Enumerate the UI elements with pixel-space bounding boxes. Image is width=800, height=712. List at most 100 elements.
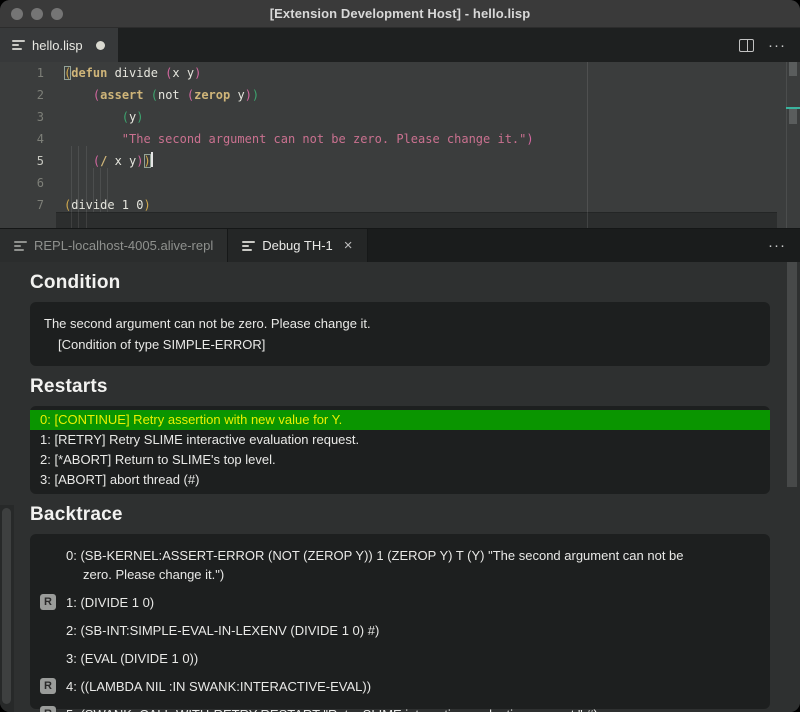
code-token: zerop — [194, 88, 230, 102]
code-line[interactable]: (/ x y)) — [64, 150, 780, 172]
tab-repl-localhost-4005[interactable]: REPL-localhost-4005.alive-repl — [0, 229, 228, 262]
vscode-window: [Extension Development Host] - hello.lis… — [0, 0, 800, 712]
debug-file-icon — [242, 241, 255, 251]
frame-text: 2: (SB-INT:SIMPLE-EVAL-IN-LEXENV (DIVIDE… — [66, 621, 379, 640]
modified-dot-icon[interactable] — [96, 41, 105, 50]
backtrace-frame[interactable]: 3: (EVAL (DIVIDE 1 0)) — [40, 649, 756, 668]
code-token: not — [158, 88, 187, 102]
code-token: y — [230, 88, 244, 102]
restartable-badge-slot — [40, 621, 58, 622]
code-token: assert — [100, 88, 143, 102]
code-token: ( — [151, 88, 158, 102]
frame-text: 1: (DIVIDE 1 0) — [66, 593, 154, 612]
code-token — [64, 88, 93, 102]
scrollbar-slider[interactable] — [789, 62, 797, 76]
split-editor-icon[interactable] — [739, 39, 754, 52]
restart-item[interactable]: 0: [CONTINUE] Retry assertion with new v… — [30, 410, 770, 430]
indent-guide — [71, 146, 72, 234]
editor-tab-bar: hello.lisp ··· — [0, 28, 800, 62]
line-number: 6 — [0, 172, 44, 194]
backtrace-frame[interactable]: R 5: (SWANK::CALL-WITH-RETRY-RESTART "Ret… — [40, 705, 756, 712]
indent-guide — [86, 146, 87, 234]
code-line[interactable] — [64, 172, 780, 194]
condition-box: The second argument can not be zero. Ple… — [30, 302, 770, 366]
code-token — [64, 110, 122, 124]
tab-label: Debug TH-1 — [262, 238, 333, 253]
backtrace-box: 0: (SB-KERNEL:ASSERT-ERROR (NOT (ZEROP Y… — [30, 534, 770, 709]
code-token — [64, 132, 122, 146]
restartable-badge-slot — [40, 649, 58, 650]
restart-frame-button[interactable]: R — [40, 678, 56, 694]
window-title: [Extension Development Host] - hello.lis… — [270, 6, 531, 21]
restart-frame-button[interactable]: R — [40, 706, 56, 712]
code-token: ( — [122, 110, 129, 124]
line-number: 3 — [0, 106, 44, 128]
column-ruler — [587, 62, 588, 228]
editor-actions: ··· — [739, 28, 800, 62]
condition-heading: Condition — [30, 272, 770, 294]
code-token — [144, 88, 151, 102]
backtrace-frame[interactable]: R 1: (DIVIDE 1 0) — [40, 593, 756, 612]
frame-text: 0: (SB-KERNEL:ASSERT-ERROR (NOT (ZEROP Y… — [66, 546, 711, 584]
indent-guide — [93, 168, 94, 212]
code-token: ) — [194, 66, 201, 80]
restartable-badge-slot — [40, 546, 58, 547]
code-token: ) — [245, 88, 252, 102]
line-number: 4 — [0, 128, 44, 150]
line-number-gutter: 1234567 — [0, 62, 44, 216]
close-tab-icon[interactable]: × — [344, 238, 353, 253]
maximize-window-button[interactable] — [51, 8, 63, 20]
code-token: ) — [136, 154, 143, 168]
code-token: ) — [143, 198, 150, 212]
overview-ruler-border — [786, 62, 787, 228]
code-line[interactable]: (defun divide (x y) — [64, 62, 780, 84]
restart-item[interactable]: 1: [RETRY] Retry SLIME interactive evalu… — [30, 430, 770, 450]
backtrace-frame[interactable]: 2: (SB-INT:SIMPLE-EVAL-IN-LEXENV (DIVIDE… — [40, 621, 756, 640]
indent-guide — [107, 168, 108, 212]
code-line[interactable]: (divide 1 0) — [64, 194, 780, 216]
restart-item[interactable]: 2: [*ABORT] Return to SLIME's top level. — [30, 450, 770, 470]
code-token: ) — [252, 88, 259, 102]
restart-item[interactable]: 3: [ABORT] abort thread (#) — [30, 470, 770, 490]
close-window-button[interactable] — [11, 8, 23, 20]
code-line[interactable]: (assert (not (zerop y)) — [64, 84, 780, 106]
code-token: ) — [526, 132, 533, 146]
more-actions-icon[interactable]: ··· — [768, 38, 786, 53]
frame-text: 5: (SWANK::CALL-WITH-RETRY-RESTART "Retr… — [66, 705, 598, 712]
code-line[interactable]: "The second argument can not be zero. Pl… — [64, 128, 780, 150]
code-editor[interactable]: 1234567 (defun divide (x y) (assert (not… — [0, 62, 800, 228]
tab-label: hello.lisp — [32, 38, 83, 53]
overview-ruler-decoration — [789, 109, 797, 124]
panel-more-actions-icon[interactable]: ··· — [768, 238, 786, 253]
tab-debug-th-1[interactable]: Debug TH-1 × — [228, 229, 367, 262]
restartable-badge-slot: R — [40, 593, 58, 610]
frame-text: 3: (EVAL (DIVIDE 1 0)) — [66, 649, 198, 668]
text-cursor — [151, 152, 153, 167]
minimize-window-button[interactable] — [31, 8, 43, 20]
backtrace-scrollbar-thumb[interactable] — [2, 508, 11, 704]
backtrace-frame[interactable]: R4: ((LAMBDA NIL :IN SWANK:INTERACTIVE-E… — [40, 677, 756, 696]
restart-frame-button[interactable]: R — [40, 594, 56, 610]
code-line[interactable]: (y) — [64, 106, 780, 128]
restartable-badge-slot: R — [40, 677, 58, 694]
line-number: 1 — [0, 62, 44, 84]
lisp-file-icon — [12, 40, 25, 50]
code-token: defun — [71, 66, 107, 80]
code-area[interactable]: (defun divide (x y) (assert (not (zerop … — [64, 62, 780, 216]
repl-file-icon — [14, 241, 27, 251]
restarts-box: 0: [CONTINUE] Retry assertion with new v… — [30, 406, 770, 494]
line-number: 2 — [0, 84, 44, 106]
code-token: divide — [107, 66, 165, 80]
panel-scrollbar-thumb[interactable] — [787, 262, 797, 487]
condition-text: [Condition of type SIMPLE-ERROR] — [44, 334, 756, 355]
indent-guide — [100, 168, 101, 212]
window-controls — [11, 0, 63, 28]
restarts-heading: Restarts — [30, 376, 770, 398]
backtrace-frame[interactable]: 0: (SB-KERNEL:ASSERT-ERROR (NOT (ZEROP Y… — [40, 546, 756, 584]
line-number: 7 — [0, 194, 44, 216]
tab-label: REPL-localhost-4005.alive-repl — [34, 238, 213, 253]
tab-hello-lisp[interactable]: hello.lisp — [0, 28, 118, 62]
code-token: "The second argument can not be zero. Pl… — [122, 132, 527, 146]
backtrace-heading: Backtrace — [30, 504, 770, 526]
line-number: 5 — [0, 150, 44, 172]
